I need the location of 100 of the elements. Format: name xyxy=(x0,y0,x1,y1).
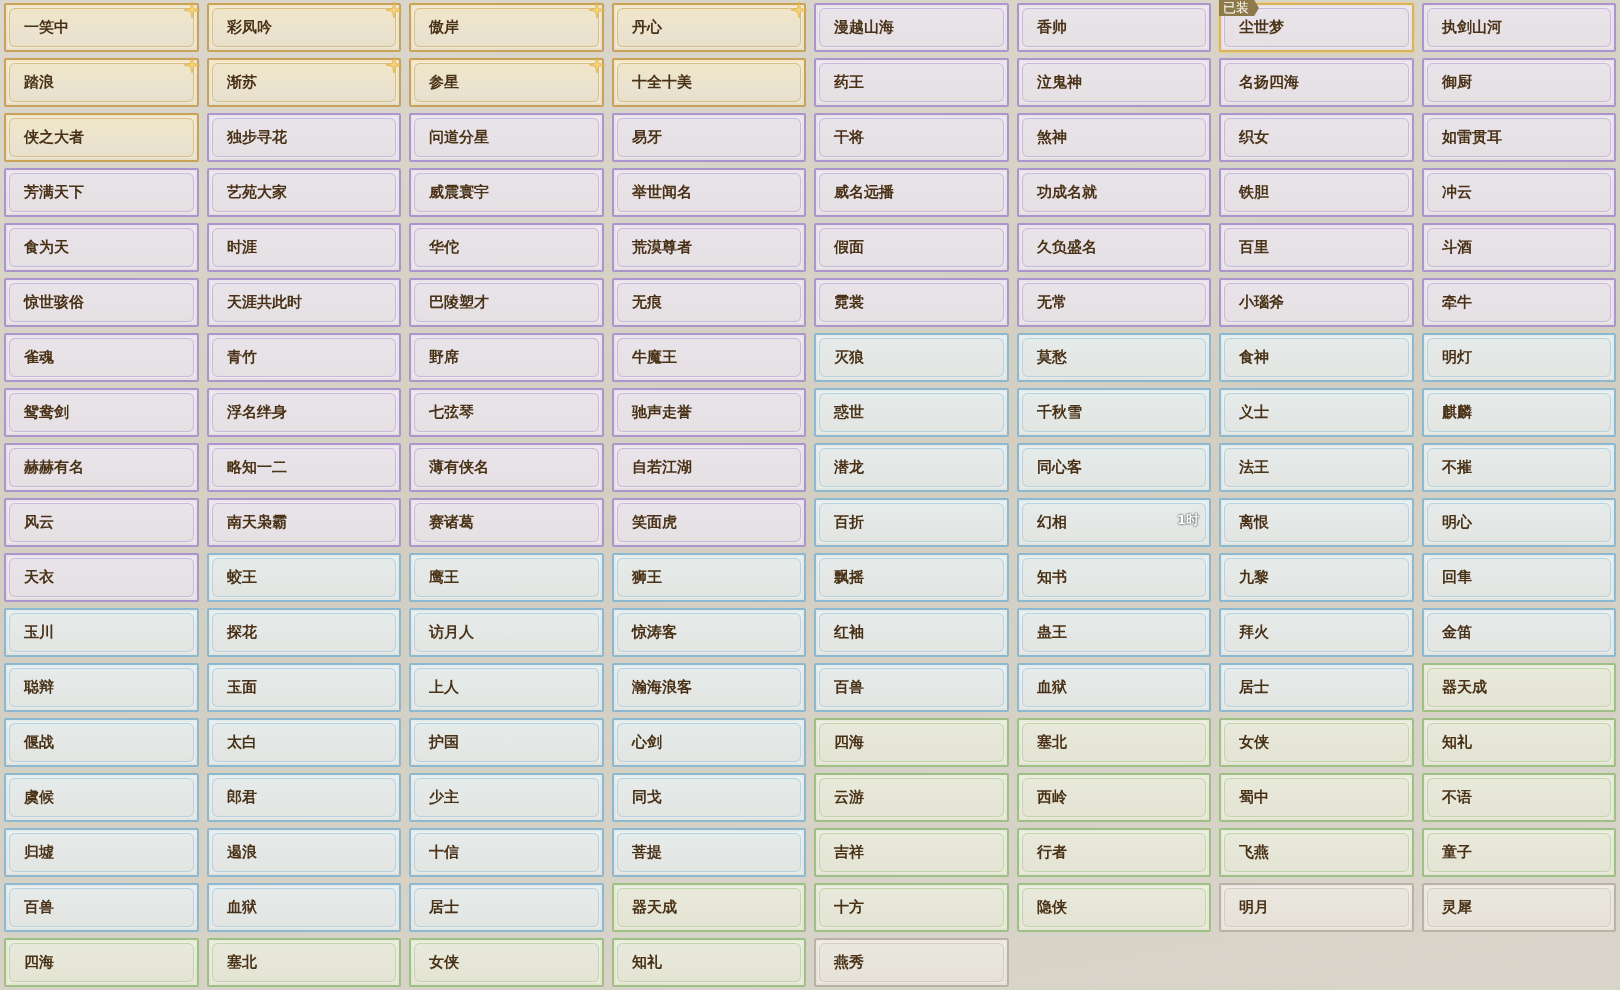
title-card[interactable]: 百折 xyxy=(814,498,1009,547)
title-card[interactable]: 自若江湖 xyxy=(611,443,806,492)
title-card[interactable]: 访月人 xyxy=(409,608,604,657)
title-card[interactable]: 莫愁 xyxy=(1016,333,1211,382)
title-card[interactable]: 小瑙斧 xyxy=(1219,278,1414,327)
title-card[interactable]: 知礼 xyxy=(1421,718,1616,767)
title-card[interactable]: 泣鬼神 xyxy=(1016,58,1211,107)
title-card[interactable]: 渐苏 xyxy=(206,58,401,107)
title-card[interactable]: 童子 xyxy=(1421,828,1616,877)
title-card[interactable]: 驰声走誉 xyxy=(611,388,806,437)
title-card[interactable]: 鸳鸯剑 xyxy=(4,388,199,437)
title-card[interactable]: 拜火 xyxy=(1219,608,1414,657)
title-card[interactable]: 巴陵塑才 xyxy=(409,278,604,327)
title-card[interactable]: 赫赫有名 xyxy=(4,443,199,492)
title-card[interactable]: 麒麟 xyxy=(1421,388,1616,437)
title-card[interactable]: 塞北 xyxy=(1016,718,1211,767)
title-card[interactable]: 蛟王 xyxy=(206,553,401,602)
title-card[interactable]: 执剑山河 xyxy=(1421,3,1616,52)
title-card[interactable]: 郎君 xyxy=(206,773,401,822)
title-card[interactable]: 四海 xyxy=(4,938,199,987)
title-card[interactable]: 女侠 xyxy=(1219,718,1414,767)
title-card[interactable]: 九黎 xyxy=(1219,553,1414,602)
title-card[interactable]: 天衣 xyxy=(4,553,199,602)
title-card[interactable]: 风云 xyxy=(4,498,199,547)
title-card[interactable]: 鹰王 xyxy=(409,553,604,602)
title-card[interactable]: 千秋雪 xyxy=(1016,388,1211,437)
title-card[interactable]: 十信 xyxy=(409,828,604,877)
title-card[interactable]: 蜀中 xyxy=(1219,773,1414,822)
title-card[interactable]: 百兽 xyxy=(814,663,1009,712)
title-card[interactable]: 潜龙 xyxy=(814,443,1009,492)
title-card[interactable]: 斗酒 xyxy=(1421,223,1616,272)
title-card[interactable]: 煞神 xyxy=(1016,113,1211,162)
title-card[interactable]: 血狱 xyxy=(1016,663,1211,712)
title-card[interactable]: 灵犀 xyxy=(1421,883,1616,932)
title-card[interactable]: 塞北 xyxy=(206,938,401,987)
title-card[interactable]: 女侠 xyxy=(409,938,604,987)
title-card[interactable]: 惊世骇俗 xyxy=(4,278,199,327)
title-card[interactable]: 菩提 xyxy=(611,828,806,877)
title-card[interactable]: 隐侠 xyxy=(1016,883,1211,932)
title-card[interactable]: 器天成 xyxy=(611,883,806,932)
title-card[interactable]: 同心客 xyxy=(1016,443,1211,492)
title-card[interactable]: 心剑 xyxy=(611,718,806,767)
title-card[interactable]: 笑面虎 xyxy=(611,498,806,547)
title-card[interactable]: 一笑中 xyxy=(4,3,199,52)
title-card[interactable]: 漫越山海 xyxy=(814,3,1009,52)
title-card[interactable]: 血狱 xyxy=(206,883,401,932)
title-card[interactable]: 四海 xyxy=(814,718,1009,767)
title-card[interactable]: 不摧 xyxy=(1421,443,1616,492)
title-card[interactable]: 偃战 xyxy=(4,718,199,767)
title-card[interactable]: 踏浪 xyxy=(4,58,199,107)
title-card[interactable]: 飘摇 xyxy=(814,553,1009,602)
title-card[interactable]: 行者 xyxy=(1016,828,1211,877)
title-card[interactable]: 冲云 xyxy=(1421,168,1616,217)
title-card[interactable]: 玉川 xyxy=(4,608,199,657)
title-card[interactable]: 丹心 xyxy=(611,3,806,52)
title-card[interactable]: 独步寻花 xyxy=(206,113,401,162)
title-card[interactable]: 铁胆 xyxy=(1219,168,1414,217)
title-card[interactable]: 艺苑大家 xyxy=(206,168,401,217)
title-card[interactable]: 雀魂 xyxy=(4,333,199,382)
title-card[interactable]: 云游 xyxy=(814,773,1009,822)
title-card[interactable]: 不语 xyxy=(1421,773,1616,822)
title-card[interactable]: 遏浪 xyxy=(206,828,401,877)
title-card[interactable]: 干将 xyxy=(814,113,1009,162)
title-card[interactable]: 荒漠尊者 xyxy=(611,223,806,272)
title-card[interactable]: 法王 xyxy=(1219,443,1414,492)
title-card[interactable]: 问道分星 xyxy=(409,113,604,162)
title-card[interactable]: 彩凤吟 xyxy=(206,3,401,52)
title-card[interactable]: 金笛 xyxy=(1421,608,1616,657)
title-card[interactable]: 略知一二 xyxy=(206,443,401,492)
title-card[interactable]: 牛魔王 xyxy=(611,333,806,382)
title-card[interactable]: 知礼 xyxy=(611,938,806,987)
title-card[interactable]: 明灯 xyxy=(1421,333,1616,382)
title-card[interactable]: 威名远播 xyxy=(814,168,1009,217)
title-card[interactable]: 无常 xyxy=(1016,278,1211,327)
title-card[interactable]: 名扬四海 xyxy=(1219,58,1414,107)
title-card[interactable]: 十全十美 xyxy=(611,58,806,107)
title-card[interactable]: 百兽 xyxy=(4,883,199,932)
title-card[interactable]: 食为天 xyxy=(4,223,199,272)
title-card[interactable]: 举世闻名 xyxy=(611,168,806,217)
title-card[interactable]: 居士 xyxy=(1219,663,1414,712)
title-card[interactable]: 时涯 xyxy=(206,223,401,272)
title-card[interactable]: 同戈 xyxy=(611,773,806,822)
title-card[interactable]: 易牙 xyxy=(611,113,806,162)
title-card[interactable]: 香帅 xyxy=(1016,3,1211,52)
title-card[interactable]: 玉面 xyxy=(206,663,401,712)
title-card[interactable]: 南天枭霸 xyxy=(206,498,401,547)
title-card[interactable]: 狮王 xyxy=(611,553,806,602)
title-card[interactable]: 少主 xyxy=(409,773,604,822)
title-card[interactable]: 浮名绊身 xyxy=(206,388,401,437)
title-card[interactable]: 灭狼 xyxy=(814,333,1009,382)
title-card[interactable]: 参星 xyxy=(409,58,604,107)
title-card[interactable]: 幻相 1时 xyxy=(1016,498,1211,547)
title-card[interactable]: 义士 xyxy=(1219,388,1414,437)
title-card[interactable]: 居士 xyxy=(409,883,604,932)
title-card[interactable]: 御厨 xyxy=(1421,58,1616,107)
title-card[interactable]: 芳满天下 xyxy=(4,168,199,217)
title-card[interactable]: 护国 xyxy=(409,718,604,767)
title-card[interactable]: 百里 xyxy=(1219,223,1414,272)
title-card[interactable]: 华佗 xyxy=(409,223,604,272)
title-card[interactable]: 聪辩 xyxy=(4,663,199,712)
